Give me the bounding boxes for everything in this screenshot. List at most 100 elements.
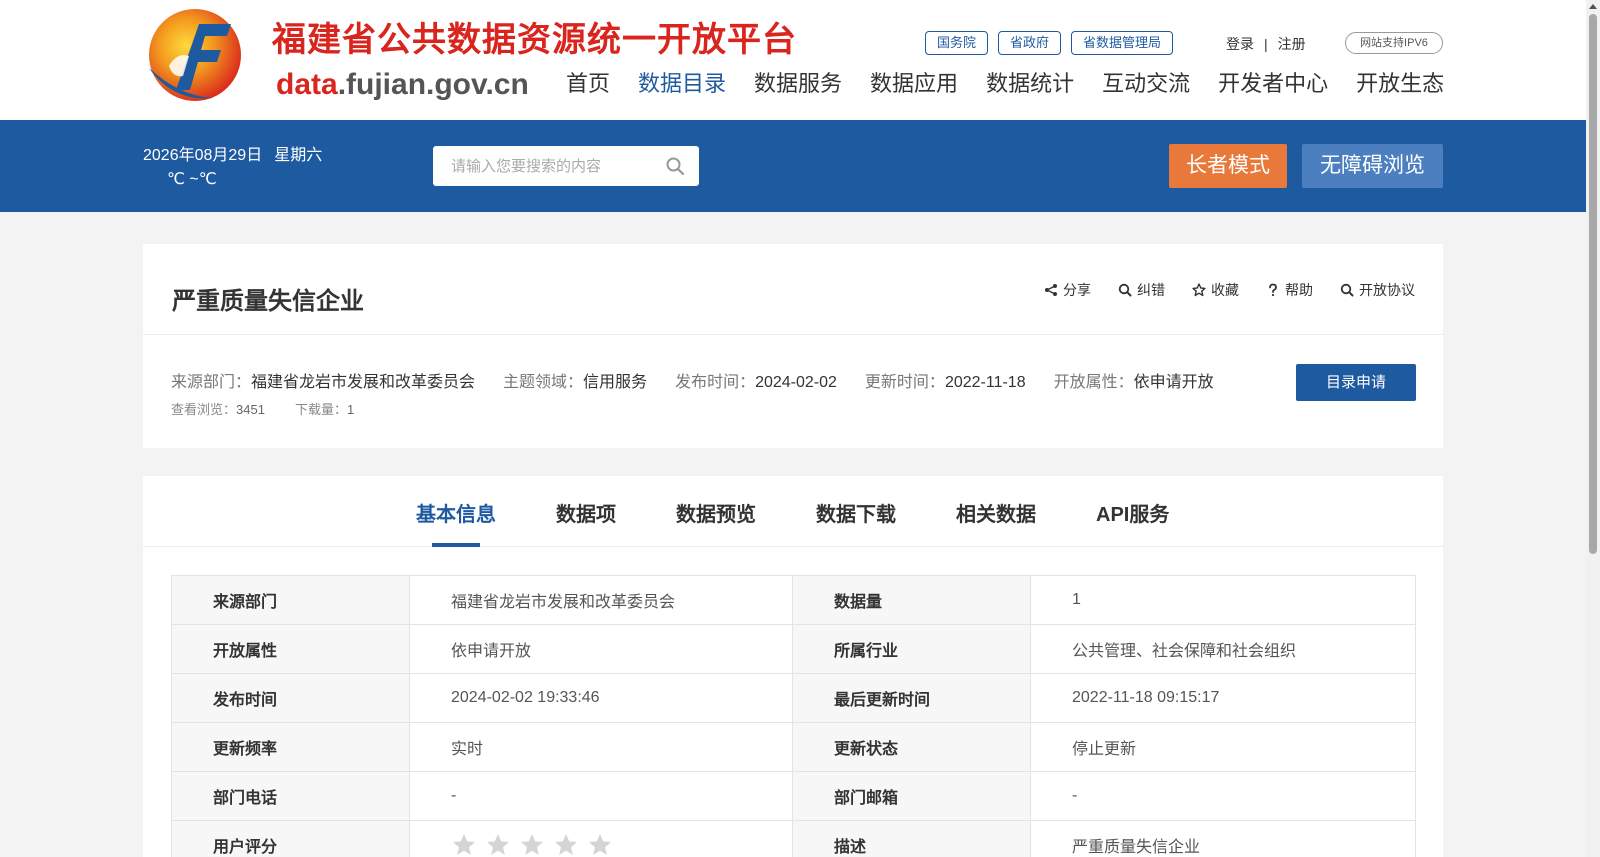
- gov-link-provincial-government[interactable]: 省政府: [998, 31, 1062, 55]
- search-box: [433, 146, 699, 186]
- basic-info-table: 来源部门 福建省龙岩市发展和改革委员会 数据量 1 开放属性 依申请开放 所属行…: [171, 575, 1416, 857]
- user-rating: [409, 820, 793, 857]
- tab-basic-info[interactable]: 基本信息: [416, 498, 496, 527]
- nav-data-catalog[interactable]: 数据目录: [638, 69, 726, 99]
- detail-tabs: 基本信息 数据项 数据预览 数据下载 相关数据 API服务: [143, 476, 1443, 547]
- field-label: 更新状态: [792, 722, 1031, 772]
- favorite-label: 收藏: [1211, 282, 1239, 298]
- share-action[interactable]: 分享: [1044, 280, 1091, 300]
- help-action[interactable]: 帮助: [1266, 280, 1313, 300]
- table-row: 开放属性 依申请开放 所属行业 公共管理、社会保障和社会组织: [171, 624, 1416, 674]
- star-icon[interactable]: [519, 832, 545, 857]
- star-icon[interactable]: [587, 832, 613, 857]
- field-value: 实时: [409, 722, 793, 772]
- field-label: 所属行业: [792, 624, 1031, 674]
- auth-separator: |: [1264, 36, 1268, 52]
- field-label: 来源部门: [171, 575, 410, 625]
- scroll-up-arrow-icon[interactable]: [1589, 4, 1597, 9]
- field-value: 依申请开放: [409, 624, 793, 674]
- meta-open-value: 依申请开放: [1133, 374, 1214, 391]
- card-divider: [143, 334, 1443, 335]
- meta-source: 来源部门：福建省龙岩市发展和改革委员会: [171, 368, 475, 392]
- nav-developer-center[interactable]: 开发者中心: [1218, 69, 1328, 99]
- dataset-title: 严重质量失信企业: [172, 288, 364, 315]
- field-value: 2022-11-18 09:15:17: [1030, 673, 1416, 723]
- page-scrollbar[interactable]: [1586, 0, 1600, 857]
- field-value: 福建省龙岩市发展和改革委员会: [409, 575, 793, 625]
- field-label: 描述: [792, 820, 1031, 857]
- login-link[interactable]: 登录: [1226, 36, 1254, 52]
- site-logo[interactable]: [143, 6, 247, 106]
- search-icon[interactable]: [665, 156, 685, 176]
- views-value: 3451: [236, 402, 265, 417]
- field-value: -: [1030, 771, 1416, 821]
- report-error-label: 纠错: [1137, 282, 1165, 298]
- tab-api-service[interactable]: API服务: [1096, 498, 1169, 527]
- meta-source-label: 来源部门：: [171, 374, 252, 391]
- table-row: 用户评分 描述 严重质量失信企业: [171, 820, 1416, 857]
- site-title: 福建省公共数据资源统一开放平台: [272, 20, 797, 60]
- search-input[interactable]: [433, 146, 643, 186]
- main-nav: 首页 数据目录 数据服务 数据应用 数据统计 互动交流 开发者中心 开放生态: [566, 69, 1444, 99]
- meta-topic: 主题领域：信用服务: [503, 368, 647, 392]
- rating-stars: [451, 832, 613, 857]
- meta-update-label: 更新时间：: [864, 374, 945, 391]
- report-error-action[interactable]: 纠错: [1118, 280, 1165, 300]
- field-label: 部门电话: [171, 771, 410, 821]
- accessible-browse-button[interactable]: 无障碍浏览: [1302, 144, 1443, 188]
- nav-interaction[interactable]: 互动交流: [1102, 69, 1190, 99]
- favorite-action[interactable]: 收藏: [1192, 280, 1239, 300]
- current-date: 2026年08月29日 星期六: [143, 141, 322, 165]
- field-value: 停止更新: [1030, 722, 1416, 772]
- meta-publish-value: 2024-02-02: [755, 374, 837, 391]
- register-link[interactable]: 注册: [1278, 36, 1306, 52]
- meta-open-label: 开放属性：: [1053, 374, 1134, 391]
- tab-related-data[interactable]: 相关数据: [956, 498, 1036, 527]
- site-domain-prefix: data: [276, 68, 338, 101]
- auth-links: 登录 | 注册: [1226, 34, 1306, 54]
- site-header: 福建省公共数据资源统一开放平台 data.fujian.gov.cn 国务院 省…: [0, 0, 1586, 120]
- elder-mode-button[interactable]: 长者模式: [1169, 144, 1287, 188]
- gov-link-data-bureau[interactable]: 省数据管理局: [1071, 31, 1174, 55]
- meta-publish-label: 发布时间：: [675, 374, 756, 391]
- search-icon: [1340, 283, 1354, 297]
- downloads-label: 下载量：: [294, 402, 347, 417]
- nav-open-ecosystem[interactable]: 开放生态: [1356, 69, 1444, 99]
- views-label: 查看浏览：: [171, 402, 237, 417]
- field-label: 用户评分: [171, 820, 410, 857]
- star-icon[interactable]: [485, 832, 511, 857]
- star-icon[interactable]: [553, 832, 579, 857]
- weekday-text: 星期六: [274, 147, 323, 164]
- dataset-actions: 分享 纠错 收藏 帮助 开放协议: [1017, 280, 1415, 300]
- site-domain-suffix: .fujian.gov.cn: [337, 68, 529, 101]
- share-icon: [1045, 284, 1057, 296]
- field-label: 最后更新时间: [792, 673, 1031, 723]
- field-label: 数据量: [792, 575, 1031, 625]
- tab-data-download[interactable]: 数据下载: [816, 498, 896, 527]
- meta-topic-value: 信用服务: [583, 374, 648, 391]
- date-text: 2026年08月29日: [143, 147, 263, 164]
- nav-home[interactable]: 首页: [566, 69, 610, 99]
- gov-links: 国务院 省政府 省数据管理局: [925, 31, 1174, 55]
- gov-link-state-council[interactable]: 国务院: [925, 31, 989, 55]
- field-label: 更新频率: [171, 722, 410, 772]
- table-row: 部门电话 - 部门邮箱 -: [171, 771, 1416, 821]
- tab-data-preview[interactable]: 数据预览: [676, 498, 756, 527]
- meta-topic-label: 主题领域：: [503, 374, 584, 391]
- tab-data-items[interactable]: 数据项: [556, 498, 616, 527]
- nav-data-services[interactable]: 数据服务: [754, 69, 842, 99]
- dataset-info-card: 严重质量失信企业 分享 纠错 收藏 帮助 开放协议 来源部门：福建省龙岩市发展和…: [143, 244, 1443, 448]
- search-icon: [1118, 283, 1132, 297]
- nav-data-applications[interactable]: 数据应用: [870, 69, 958, 99]
- meta-source-value: 福建省龙岩市发展和改革委员会: [251, 374, 476, 391]
- field-value: 1: [1030, 575, 1416, 625]
- scrollbar-thumb[interactable]: [1589, 14, 1597, 554]
- nav-data-statistics[interactable]: 数据统计: [986, 69, 1074, 99]
- star-icon[interactable]: [451, 832, 477, 857]
- table-row: 发布时间 2024-02-02 19:33:46 最后更新时间 2022-11-…: [171, 673, 1416, 723]
- meta-update-value: 2022-11-18: [944, 374, 1026, 391]
- help-label: 帮助: [1285, 282, 1313, 298]
- catalog-apply-button[interactable]: 目录申请: [1296, 364, 1416, 401]
- field-value: 2024-02-02 19:33:46: [409, 673, 793, 723]
- open-license-action[interactable]: 开放协议: [1340, 280, 1415, 300]
